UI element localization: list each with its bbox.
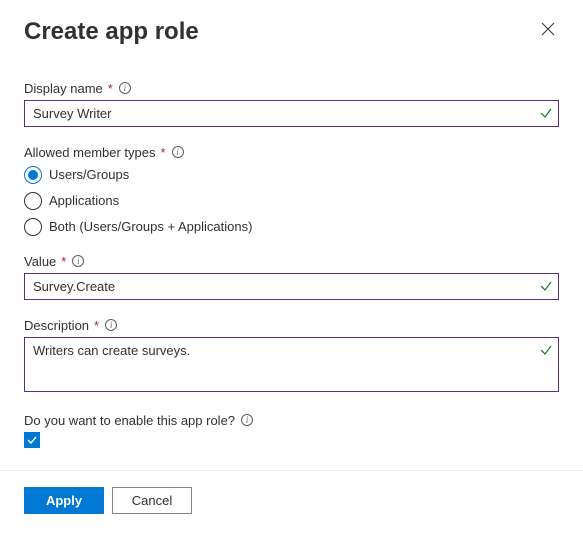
required-indicator: * [94,318,99,333]
label-text: Display name [24,81,103,96]
info-icon[interactable]: i [241,414,253,426]
member-types-radio-group: Users/Groups Applications Both (Users/Gr… [24,166,559,236]
value-input-wrap [24,273,559,300]
member-types-field: Allowed member types * i Users/Groups Ap… [24,145,559,236]
required-indicator: * [108,81,113,96]
description-field: Description * i [24,318,559,395]
info-icon[interactable]: i [105,319,117,331]
label-text: Value [24,254,56,269]
radio-users-groups[interactable]: Users/Groups [24,166,559,184]
panel-footer: Apply Cancel [0,471,583,532]
radio-both[interactable]: Both (Users/Groups + Applications) [24,218,559,236]
value-field: Value * i [24,254,559,300]
enable-field: Do you want to enable this app role? i [24,413,559,448]
info-icon[interactable]: i [119,82,131,94]
required-indicator: * [61,254,66,269]
close-icon [541,22,555,36]
radio-applications[interactable]: Applications [24,192,559,210]
create-app-role-panel: Create app role Display name * i Allowed… [0,0,583,448]
panel-title: Create app role [24,18,199,47]
display-name-label: Display name * i [24,81,559,96]
value-input[interactable] [24,273,559,300]
radio-label: Both (Users/Groups + Applications) [49,219,252,234]
required-indicator: * [161,145,166,160]
enable-label: Do you want to enable this app role? i [24,413,559,428]
label-text: Description [24,318,89,333]
description-label: Description * i [24,318,559,333]
valid-icon [539,106,553,120]
apply-button[interactable]: Apply [24,487,104,514]
display-name-input[interactable] [24,100,559,127]
label-text: Allowed member types [24,145,156,160]
panel-header: Create app role [24,18,559,47]
check-icon [26,434,38,446]
member-types-label: Allowed member types * i [24,145,559,160]
value-label: Value * i [24,254,559,269]
radio-input[interactable] [24,218,42,236]
cancel-button[interactable]: Cancel [112,487,192,514]
valid-icon [539,343,553,357]
info-icon[interactable]: i [172,146,184,158]
close-button[interactable] [537,18,559,40]
description-input[interactable] [24,337,559,392]
display-name-input-wrap [24,100,559,127]
display-name-field: Display name * i [24,81,559,127]
valid-icon [539,279,553,293]
radio-label: Applications [49,193,119,208]
radio-input[interactable] [24,166,42,184]
enable-checkbox[interactable] [24,432,40,448]
description-input-wrap [24,337,559,395]
radio-input[interactable] [24,192,42,210]
radio-label: Users/Groups [49,167,129,182]
info-icon[interactable]: i [72,255,84,267]
label-text: Do you want to enable this app role? [24,413,235,428]
